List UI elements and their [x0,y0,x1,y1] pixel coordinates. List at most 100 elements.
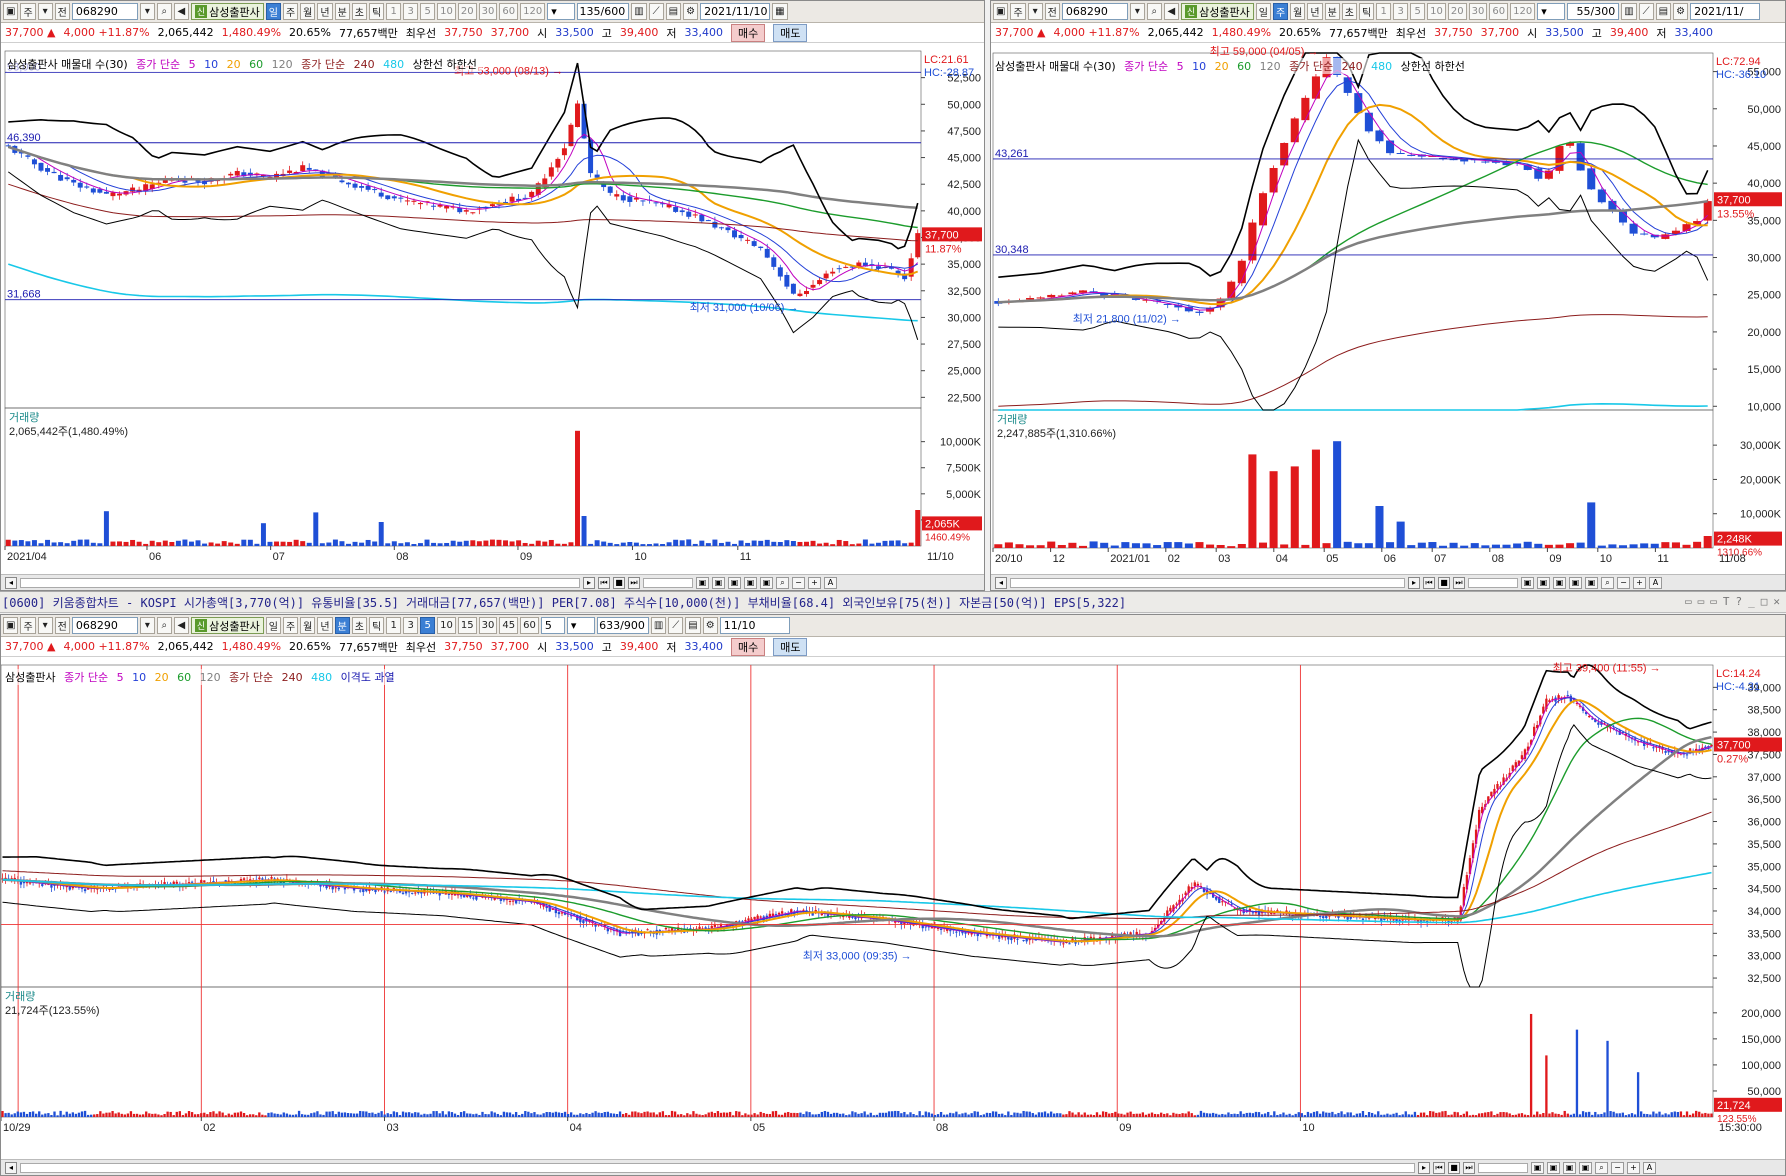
jeon-button[interactable]: 전 [54,3,70,20]
buy-button[interactable]: 매수 [730,637,766,656]
n-button[interactable]: 60 [520,617,539,634]
stock-code-input[interactable]: 068290 [1061,3,1128,20]
chart-icon[interactable]: ▣ [760,576,773,589]
scrollbar-minute[interactable]: ◂ ▸ ⏮ ■ ⏭ ▣ ▣ ▣ ▣ ⌕ − + A [1,1159,1785,1175]
scroll-track[interactable] [20,1162,1415,1173]
link-icon[interactable]: ▭ [1710,595,1717,608]
n-button[interactable]: 60 [499,3,519,20]
n-button[interactable]: 5 [420,3,436,20]
save-icon[interactable]: ▤ [665,3,682,20]
stop-icon[interactable]: ■ [1438,576,1450,589]
stock-name[interactable]: 신 삼성출판사 [1180,3,1254,20]
dropdown-icon[interactable]: ▾ [139,3,155,20]
n-button[interactable]: 1 [386,3,402,20]
scroll-track[interactable] [20,577,580,588]
speaker-icon[interactable]: ◀ [173,617,189,634]
dropdown-icon[interactable]: ▾ [37,617,53,634]
plus-icon[interactable]: + [1633,576,1646,589]
minute-input[interactable]: 5 [540,617,565,634]
minus-icon[interactable]: − [1611,1161,1624,1174]
zoom-icon[interactable]: ⌕ [1601,576,1614,589]
first-icon[interactable]: ⏮ [1433,1161,1445,1174]
window-icon[interactable]: ▣ [993,3,1009,20]
scroll-left-icon[interactable]: ◂ [5,576,17,589]
count-input[interactable]: 135/600 [577,3,630,20]
n-button[interactable]: 30 [1468,3,1488,20]
minus-icon[interactable]: − [1617,576,1630,589]
scrollbar-weekly[interactable]: ◂ ▸ ⏮ ■ ⏭ ▣ ▣ ▣ ▣ ▣ ⌕ − + A [991,574,1785,590]
draw-icon[interactable]: ⟋ [1638,3,1654,20]
chart-icon[interactable]: ▣ [696,576,709,589]
period-day[interactable]: 일 [265,3,281,20]
font-icon[interactable]: A [1649,576,1662,589]
ju-select[interactable]: 주 [20,3,36,20]
scrollbar-daily[interactable]: ◂ ▸ ⏮ ■ ⏭ ▣ ▣ ▣ ▣ ▣ ⌕ − + A [1,574,984,590]
font-icon[interactable]: A [1643,1161,1656,1174]
unit-select[interactable]: ▾ [566,617,595,634]
stop-icon[interactable]: ■ [1448,1161,1460,1174]
window-icon[interactable]: ▣ [3,3,19,20]
n-button[interactable]: 10 [1427,3,1446,20]
search-icon[interactable]: ⌕ [156,617,172,634]
period-day[interactable]: 일 [1255,3,1271,20]
stock-name[interactable]: 신 삼성출판사 [190,3,264,20]
scroll-left-icon[interactable]: ◂ [995,576,1007,589]
dropdown-icon[interactable]: ▾ [1129,3,1145,20]
period-tick[interactable]: 틱 [368,3,385,20]
search-icon[interactable]: ⌕ [1146,3,1162,20]
zoom-icon[interactable]: ⌕ [1595,1161,1608,1174]
n-button[interactable]: 10 [437,617,456,634]
stop-icon[interactable]: ■ [613,576,625,589]
jeon-button[interactable]: 전 [54,617,70,634]
period-minute[interactable]: 분 [334,617,350,634]
plus-icon[interactable]: + [808,576,821,589]
last-icon[interactable]: ⏭ [1463,1161,1475,1174]
draw-icon[interactable]: ⟋ [668,617,684,634]
n-button[interactable]: 30 [478,3,498,20]
chart-icon[interactable]: ▣ [1553,576,1566,589]
layout-icon[interactable]: ▭ [1685,595,1692,608]
speaker-icon[interactable]: ◀ [1163,3,1179,20]
period-month[interactable]: 월 [300,617,316,634]
ju-select[interactable]: 주 [1010,3,1026,20]
n-button[interactable]: 30 [478,617,498,634]
close-icon[interactable]: ✕ [1773,595,1780,608]
unit-select[interactable]: ▾ [547,3,576,20]
save-icon[interactable]: ▤ [685,617,701,634]
chart-icon[interactable]: ▣ [712,576,725,589]
n-button[interactable]: 5 [1410,3,1426,20]
font-icon[interactable]: A [824,576,837,589]
first-icon[interactable]: ⏮ [1423,576,1435,589]
period-week[interactable]: 주 [282,3,299,20]
settings-icon[interactable]: ⚙ [683,3,699,20]
layout-icon[interactable]: ▭ [1698,595,1705,608]
chart-icon[interactable]: ▣ [1585,576,1598,589]
chart-type-icon[interactable]: ▥ [1621,3,1637,20]
help-icon[interactable]: ? [1736,595,1743,608]
zoom-icon[interactable]: ⌕ [776,576,789,589]
n-button[interactable]: 5 [420,617,436,634]
search-icon[interactable]: ⌕ [156,3,172,20]
jeon-button[interactable]: 전 [1044,3,1060,20]
period-minute[interactable]: 분 [1324,3,1340,20]
next-icon[interactable]: ▸ [1408,576,1420,589]
n-button[interactable]: 45 [499,617,519,634]
period-tick[interactable]: 틱 [1358,3,1375,20]
period-month[interactable]: 월 [1290,3,1306,20]
scroll-track[interactable] [1010,577,1405,588]
n-button[interactable]: 3 [403,617,419,634]
zoom-track[interactable] [643,577,693,588]
period-minute[interactable]: 분 [334,3,350,20]
save-icon[interactable]: ▤ [1655,3,1672,20]
stock-code-input[interactable]: 068290 [71,617,138,634]
window-icon[interactable]: ▣ [3,617,19,634]
ju-select[interactable]: 주 [20,617,36,634]
scroll-left-icon[interactable]: ◂ [5,1161,17,1174]
speaker-icon[interactable]: ◀ [173,3,189,20]
period-week[interactable]: 주 [1272,3,1289,20]
period-year[interactable]: 년 [317,3,333,20]
stock-name[interactable]: 신 삼성출판사 [190,617,264,634]
calendar-icon[interactable]: ▦ [772,3,788,20]
sell-button[interactable]: 매도 [773,23,808,42]
count-input[interactable]: 633/900 [596,617,649,634]
